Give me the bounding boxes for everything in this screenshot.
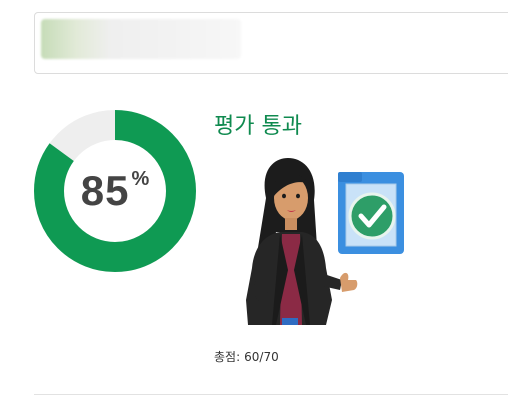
header-card bbox=[34, 12, 508, 74]
result-title: 평가 통과 bbox=[214, 114, 302, 139]
total-score: 총점: 60/70 bbox=[214, 348, 279, 365]
person-with-checklist-illustration bbox=[246, 158, 404, 325]
total-score-label: 총점: bbox=[214, 350, 241, 364]
score-percent: 85 bbox=[80, 167, 130, 214]
score-percent-unit: % bbox=[131, 168, 150, 190]
check-circle-icon bbox=[348, 192, 396, 240]
divider bbox=[34, 394, 508, 395]
total-score-value: 60/70 bbox=[244, 350, 279, 364]
blurred-header-content bbox=[41, 19, 241, 59]
score-label: 85 % bbox=[32, 108, 198, 274]
score-ring: 85 % bbox=[32, 108, 198, 274]
